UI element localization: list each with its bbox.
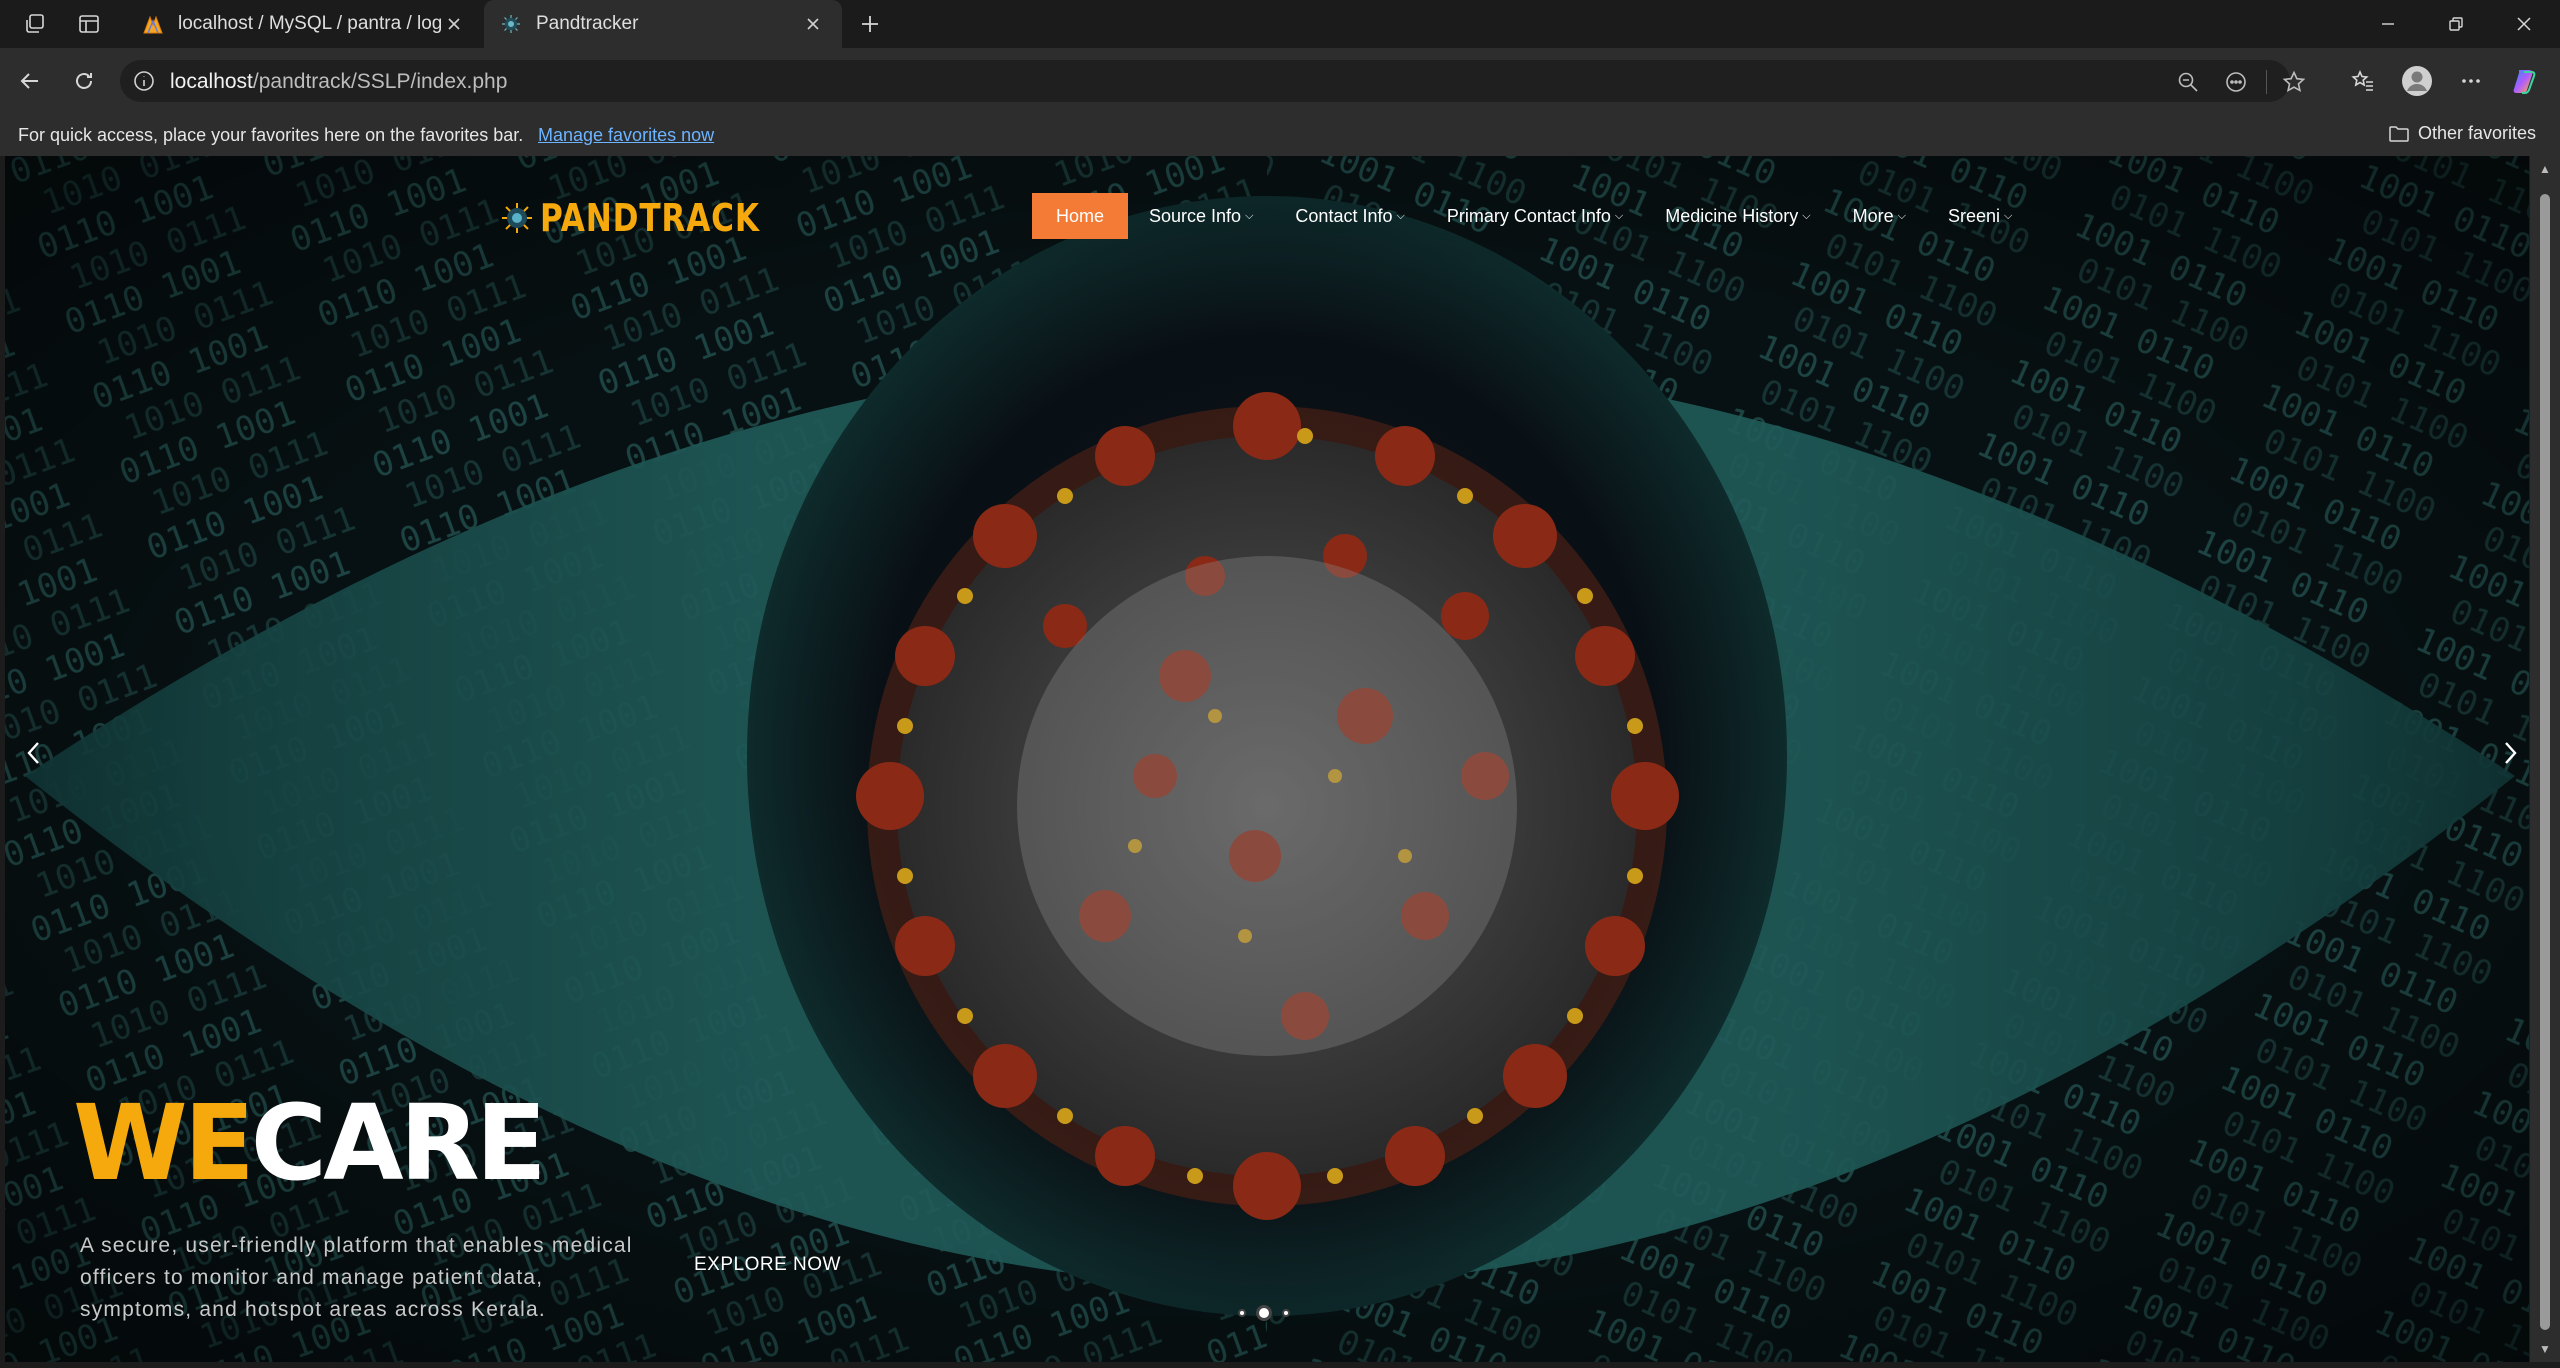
- back-button[interactable]: [12, 63, 48, 99]
- nav-contact-info[interactable]: Contact Info ⌵: [1274, 193, 1425, 239]
- site-logo[interactable]: PANDTRACK: [500, 196, 808, 240]
- tab-title: localhost / MySQL / pantra / login: [178, 13, 441, 34]
- settings-more-icon[interactable]: [2453, 63, 2489, 99]
- hero-title: WECARE: [73, 1082, 547, 1204]
- pandtrack-favicon: [500, 13, 522, 35]
- reload-button[interactable]: [66, 63, 102, 99]
- divider: [2266, 70, 2267, 94]
- tab-title: Pandtracker: [536, 13, 639, 34]
- page-scrollbar[interactable]: ▲ ▼: [2530, 156, 2560, 1362]
- tab-phpmyadmin[interactable]: localhost / MySQL / pantra / login: [126, 0, 483, 48]
- nav-more[interactable]: More ⌵: [1832, 193, 1927, 239]
- url-text: localhost/pandtrack/SSLP/index.php: [170, 70, 508, 93]
- address-bar[interactable]: localhost/pandtrack/SSLP/index.php: [120, 60, 2306, 102]
- nav-primary-contact-info[interactable]: Primary Contact Info ⌵: [1426, 193, 1644, 239]
- site-info-icon[interactable]: [132, 69, 156, 93]
- browser-toolbar: localhost/pandtrack/SSLP/index.php: [0, 48, 2560, 114]
- favorites-message: For quick access, place your favorites h…: [18, 125, 524, 145]
- vertical-tabs-icon[interactable]: [72, 8, 106, 40]
- minimize-button[interactable]: [2354, 0, 2422, 48]
- chevron-down-icon: ⌵: [1614, 209, 1624, 222]
- main-nav: Home Source Info ⌵ Contact Info ⌵ Primary …: [1032, 193, 2033, 239]
- carousel-indicators: [1238, 1305, 1290, 1321]
- chevron-down-icon: ⌵: [1396, 209, 1405, 222]
- nav-medicine-history[interactable]: Medicine History ⌵: [1644, 193, 1831, 239]
- logo-text: PANDTRACK: [540, 196, 760, 240]
- chevron-left-icon: [27, 742, 39, 764]
- workspaces-icon[interactable]: [18, 8, 52, 40]
- browser-tab-bar: localhost / MySQL / pantra / login Pandt…: [0, 0, 2560, 48]
- explore-now-button[interactable]: EXPLORE NOW: [694, 1254, 841, 1276]
- copilot-icon[interactable]: [2507, 63, 2543, 99]
- chevron-down-icon: ⌵: [1802, 209, 1811, 222]
- favorites-icon[interactable]: [2345, 63, 2381, 99]
- profile-avatar[interactable]: [2399, 63, 2435, 99]
- close-window-button[interactable]: [2490, 0, 2558, 48]
- scroll-up-icon[interactable]: ▲: [2537, 162, 2553, 176]
- folder-icon: [2389, 125, 2409, 142]
- carousel-next-button[interactable]: [2493, 736, 2527, 770]
- other-favorites-button[interactable]: Other favorites: [2388, 123, 2536, 144]
- scroll-down-icon[interactable]: ▼: [2537, 1342, 2553, 1356]
- favorites-bar: For quick access, place your favorites h…: [0, 114, 2560, 156]
- manage-favorites-link[interactable]: Manage favorites now: [538, 125, 714, 146]
- scrollbar-thumb[interactable]: [2540, 194, 2550, 1330]
- tab-pandtracker[interactable]: Pandtracker: [484, 0, 842, 48]
- virus-logo-icon: [502, 203, 532, 233]
- nav-source-info[interactable]: Source Info ⌵: [1128, 193, 1274, 239]
- chevron-down-icon: ⌵: [2004, 209, 2013, 222]
- favorite-star-icon[interactable]: [2280, 68, 2308, 96]
- phpmyadmin-favicon: [142, 13, 164, 35]
- nav-home[interactable]: Home: [1032, 193, 1129, 239]
- close-tab-icon[interactable]: [800, 11, 826, 37]
- chevron-down-icon: ⌵: [1245, 209, 1254, 222]
- close-tab-icon[interactable]: [441, 11, 467, 37]
- nav-user-menu[interactable]: Sreeni ⌵: [1927, 193, 2033, 239]
- hero-tagline: A secure, user-friendly platform that en…: [80, 1234, 633, 1321]
- chevron-down-icon: ⌵: [1897, 209, 1906, 222]
- restore-button[interactable]: [2422, 0, 2490, 48]
- carousel-prev-button[interactable]: [17, 736, 51, 770]
- reading-mode-icon[interactable]: [2222, 68, 2250, 96]
- chevron-right-icon: [2505, 742, 2517, 764]
- carousel-dot-3[interactable]: [1282, 1309, 1290, 1317]
- carousel-dot-1[interactable]: [1238, 1309, 1246, 1317]
- carousel-dot-2[interactable]: [1256, 1305, 1272, 1321]
- new-tab-button[interactable]: [852, 6, 888, 42]
- zoom-out-icon[interactable]: [2174, 68, 2202, 96]
- page-viewport: 0110 1001 1010 0111 1001 0110 0101 1100: [5, 156, 2529, 1362]
